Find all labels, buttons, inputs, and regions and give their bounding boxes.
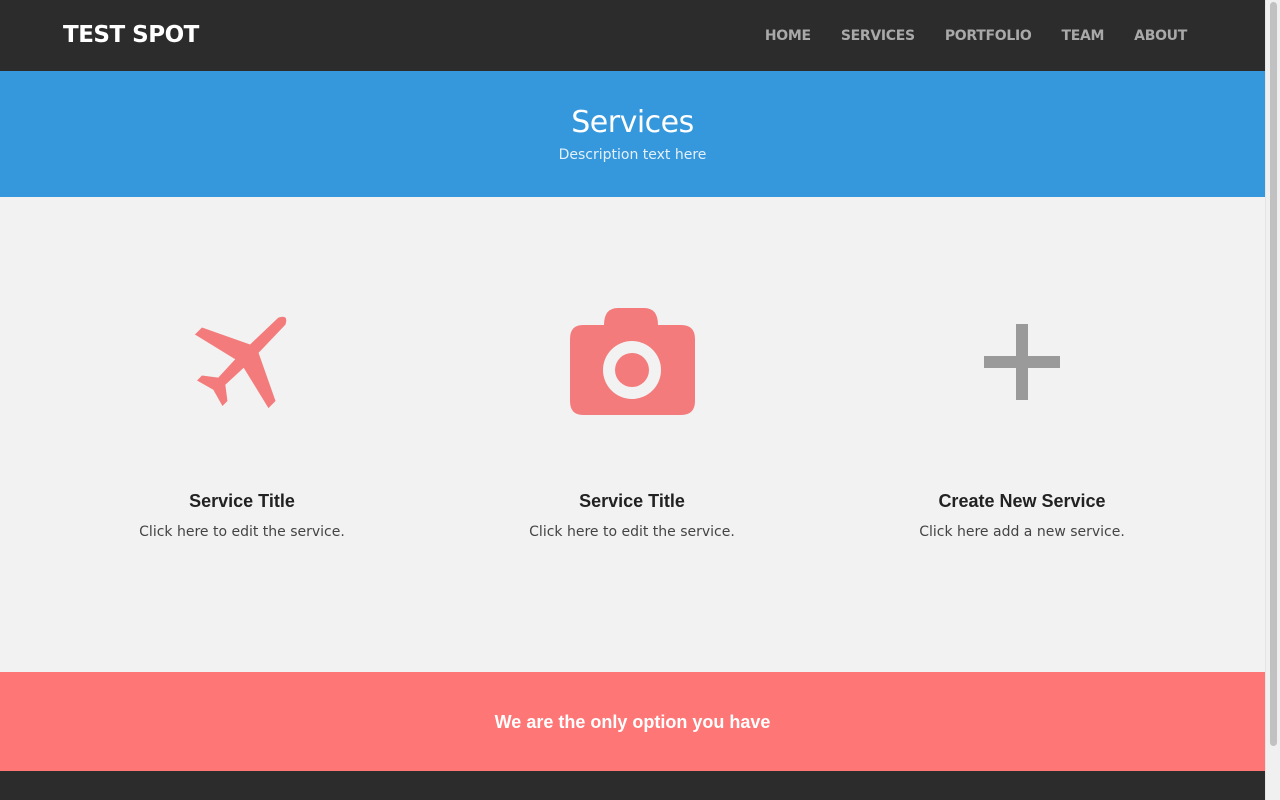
nav-link-about[interactable]: ABOUT [1134, 28, 1187, 44]
nav-item-home: HOME [765, 27, 811, 45]
callout-text: We are the only option you have [494, 712, 771, 732]
service-card-add[interactable]: Create New Service Click here add a new … [827, 197, 1217, 672]
service-title: Create New Service [938, 491, 1106, 511]
page-content: TEST SPOT HOME SERVICES PORTFOLIO TEAM A… [0, 0, 1265, 800]
vertical-scrollbar[interactable] [1265, 0, 1280, 800]
service-title: Service Title [189, 491, 295, 511]
page-description: Description text here [558, 147, 707, 163]
nav-item-portfolio: PORTFOLIO [945, 27, 1032, 45]
nav-menu: HOME SERVICES PORTFOLIO TEAM ABOUT [765, 0, 1187, 71]
footer [0, 771, 1265, 800]
services-header: Services Description text here [0, 71, 1265, 197]
nav-item-services: SERVICES [841, 27, 915, 45]
page-title: Services [571, 105, 694, 140]
callout-banner: We are the only option you have [0, 672, 1265, 771]
service-description: Click here add a new service. [919, 524, 1125, 540]
brand-logo[interactable]: TEST SPOT [63, 19, 199, 51]
services-grid: Service Title Click here to edit the ser… [0, 197, 1265, 672]
service-card-2[interactable]: Service Title Click here to edit the ser… [437, 197, 827, 672]
camera-icon [570, 308, 695, 415]
airplane-icon [194, 316, 287, 409]
nav-link-services[interactable]: SERVICES [841, 28, 915, 44]
nav-link-team[interactable]: TEAM [1061, 28, 1104, 44]
service-card-1[interactable]: Service Title Click here to edit the ser… [47, 197, 437, 672]
navbar: TEST SPOT HOME SERVICES PORTFOLIO TEAM A… [0, 0, 1265, 71]
service-title: Service Title [579, 491, 685, 511]
service-description: Click here to edit the service. [529, 524, 735, 540]
service-description: Click here to edit the service. [139, 524, 345, 540]
nav-item-about: ABOUT [1134, 27, 1187, 45]
nav-item-team: TEAM [1061, 27, 1104, 45]
plus-icon [984, 324, 1060, 400]
page: TEST SPOT HOME SERVICES PORTFOLIO TEAM A… [0, 0, 1280, 800]
nav-link-portfolio[interactable]: PORTFOLIO [945, 28, 1032, 44]
nav-link-home[interactable]: HOME [765, 28, 811, 44]
scrollbar-thumb[interactable] [1270, 2, 1277, 746]
